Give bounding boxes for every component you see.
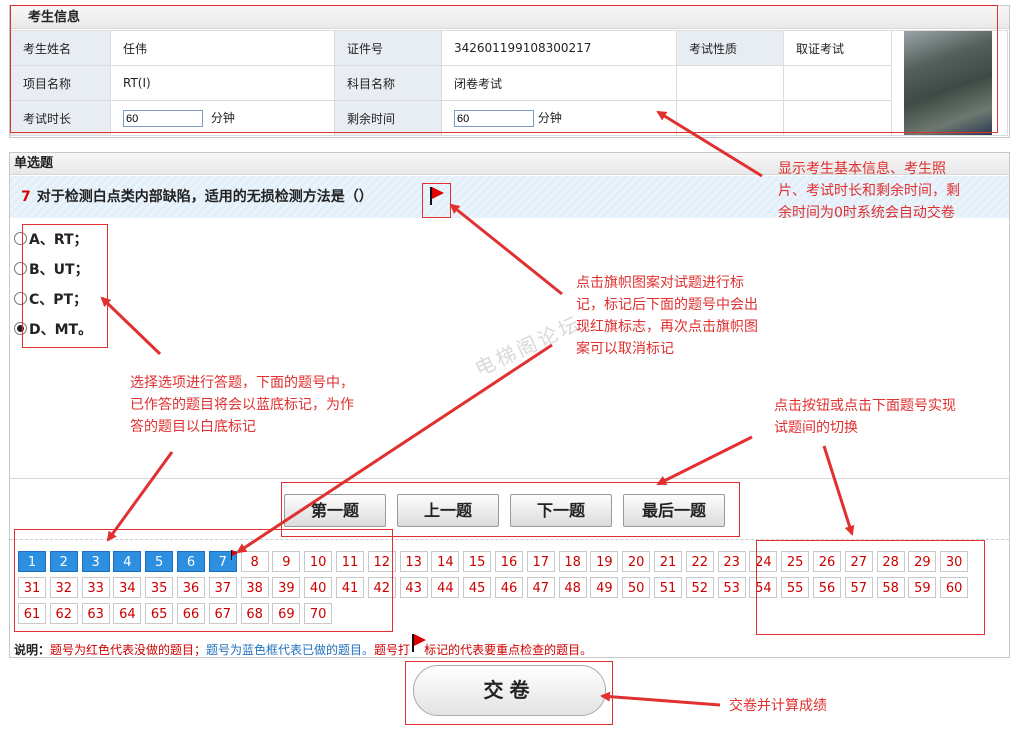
arrow-line [100,296,162,356]
arrow-line [449,203,563,296]
annotation-arrows [100,110,855,707]
arrow-line [236,343,553,554]
arrow-line [822,445,855,536]
arrow-line [656,110,763,178]
arrow-line [600,691,721,707]
arrow-line [656,435,753,486]
arrow-line [106,451,174,542]
